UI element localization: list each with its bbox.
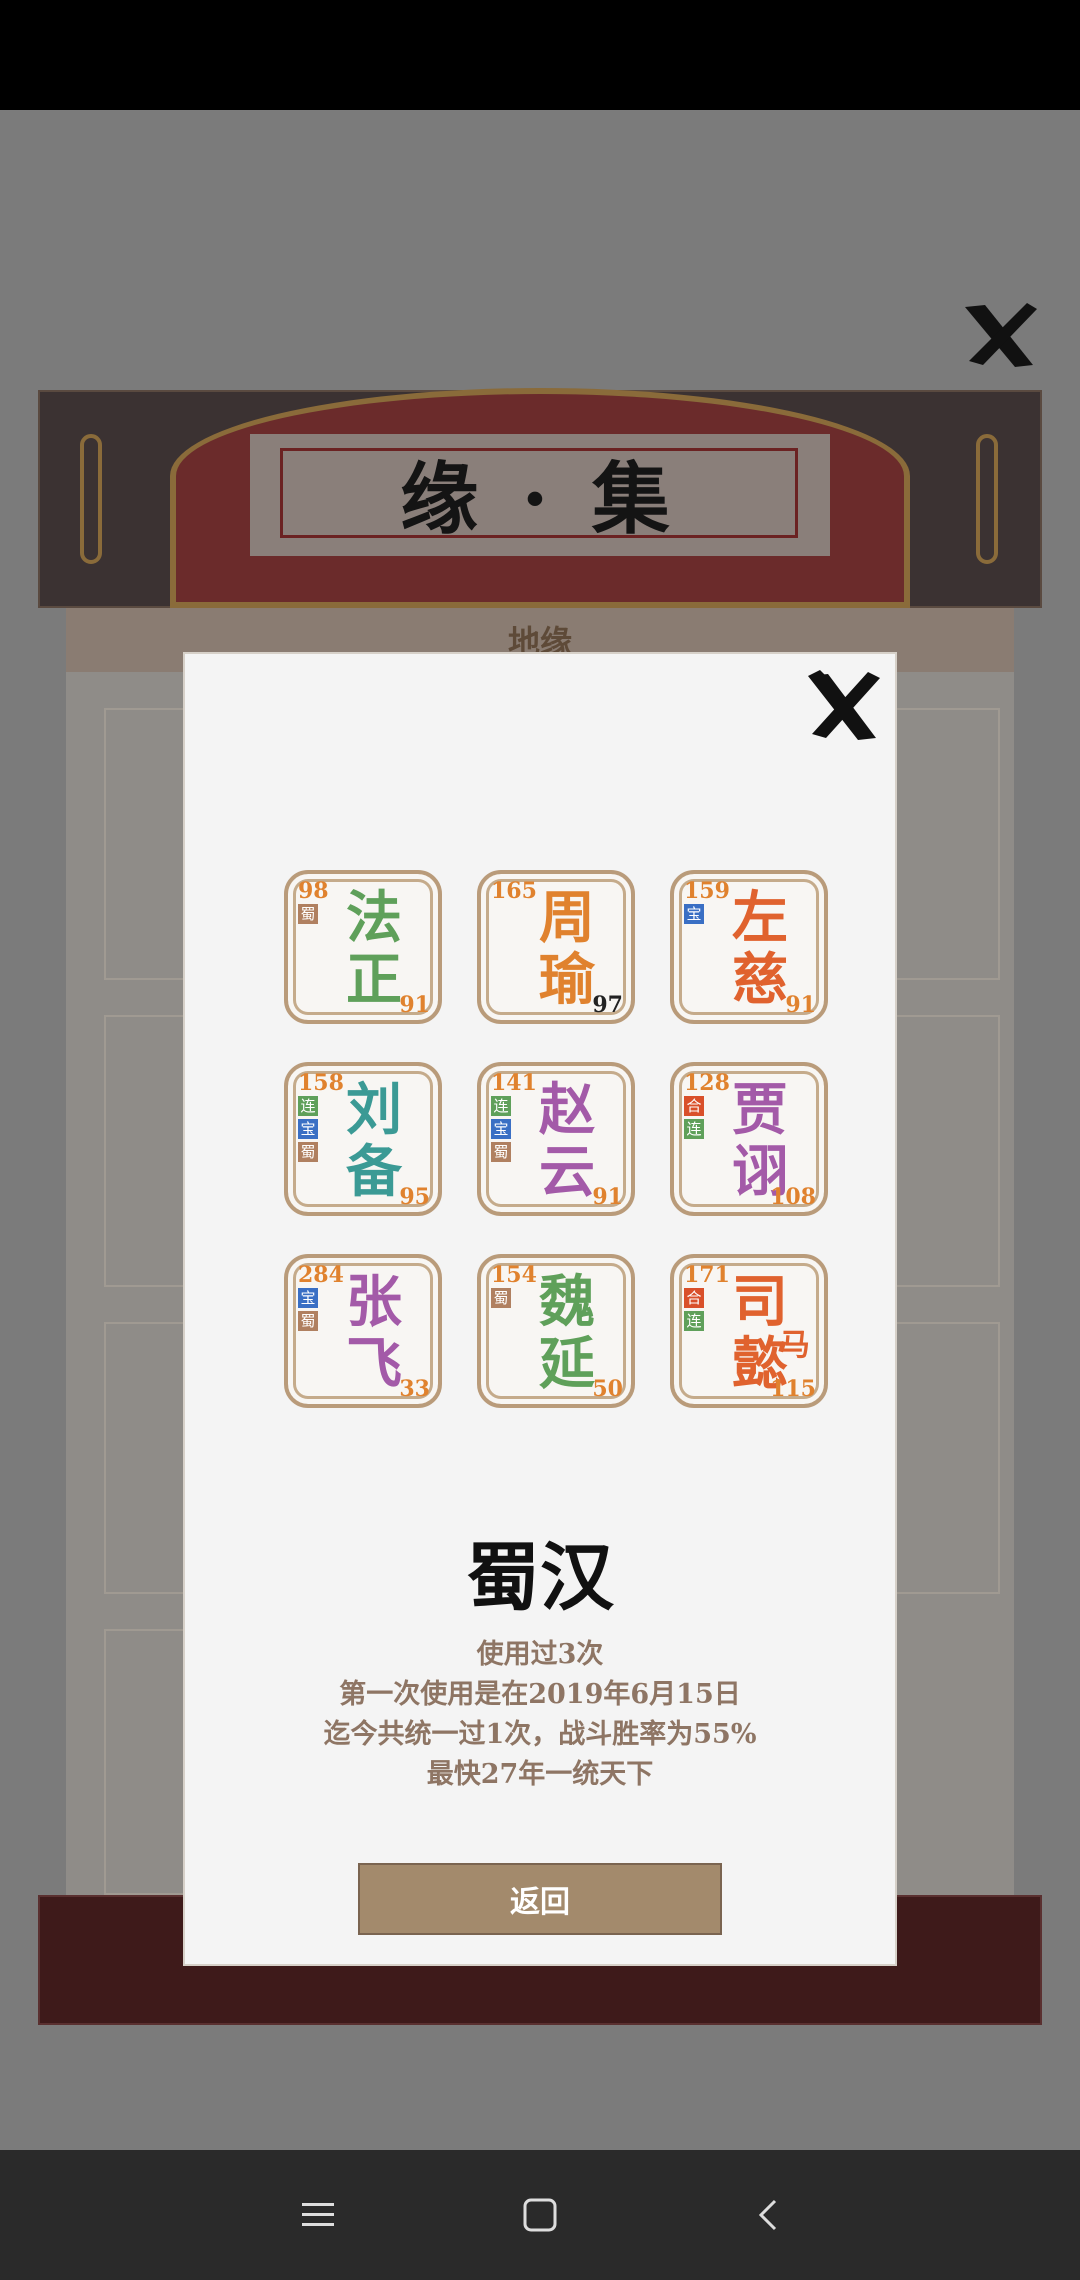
back-icon[interactable] xyxy=(738,2190,798,2240)
hero-name-char: 飞 xyxy=(346,1332,402,1397)
hero-tags: 连宝蜀 xyxy=(298,1096,318,1162)
hero-name-char: 张 xyxy=(346,1270,402,1335)
hero-name-char: 周 xyxy=(539,886,595,951)
hero-card[interactable]: 154 蜀魏延 50 xyxy=(477,1254,635,1408)
hero-name-char: 慈 xyxy=(732,948,788,1013)
hero-tag-badge: 蜀 xyxy=(491,1288,511,1308)
hero-bottom-number: 95 xyxy=(399,1184,430,1210)
hero-tags: 连宝蜀 xyxy=(491,1096,511,1162)
hero-tag-badge: 宝 xyxy=(298,1119,318,1139)
hero-tag-badge: 合 xyxy=(684,1288,704,1308)
hero-card[interactable]: 284 宝蜀张飞 33 xyxy=(284,1254,442,1408)
hero-card[interactable]: 98 蜀 法正 91 xyxy=(284,870,442,1024)
hero-tag-badge: 宝 xyxy=(684,904,704,924)
hero-card[interactable]: 141 连宝蜀赵云 91 xyxy=(477,1062,635,1216)
hero-name-suffix: 马 xyxy=(780,1328,810,1363)
hero-bottom-number: 91 xyxy=(592,1184,623,1210)
scroll-rod-left xyxy=(80,434,102,564)
hero-name-char: 瑜 xyxy=(539,948,595,1013)
hero-bottom-number: 91 xyxy=(399,992,430,1018)
hero-tag-badge: 连 xyxy=(298,1096,318,1116)
background-title-box: 缘 · 集 xyxy=(280,448,798,545)
menu-icon[interactable] xyxy=(288,2190,348,2240)
hero-name-char: 刘 xyxy=(346,1078,402,1143)
hero-top-number: 98 xyxy=(298,878,329,904)
stat-first-used: 第一次使用是在2019年6月15日 xyxy=(339,1679,741,1710)
return-button-label: 返回 xyxy=(510,1885,570,1920)
scroll-rod-right xyxy=(976,434,998,564)
hero-tag-badge: 连 xyxy=(491,1096,511,1116)
hero-bottom-number: 33 xyxy=(399,1376,430,1402)
hero-tags: 合连 xyxy=(684,1096,704,1139)
hero-tag-badge: 蜀 xyxy=(491,1142,511,1162)
hero-tag-badge: 连 xyxy=(684,1311,704,1331)
hero-card[interactable]: 128 合连贾诩 108 xyxy=(670,1062,828,1216)
hero-tag-badge: 宝 xyxy=(491,1119,511,1139)
hero-bottom-number: 50 xyxy=(592,1376,623,1402)
background-title: 缘 · 集 xyxy=(400,454,678,545)
return-button[interactable]: 返回 xyxy=(358,1863,722,1935)
hero-name-char: 贾 xyxy=(732,1078,788,1143)
stat-unify-winrate: 迄今共统一过1次，战斗胜率为55% xyxy=(323,1719,757,1750)
hero-bottom-number: 97 xyxy=(592,992,623,1018)
hero-tags: 宝蜀 xyxy=(298,1288,318,1331)
hero-name-char: 赵 xyxy=(539,1078,595,1143)
hero-name-char: 备 xyxy=(346,1140,402,1205)
hero-tag-badge: 蜀 xyxy=(298,1311,318,1331)
hero-name-char: 魏 xyxy=(539,1270,595,1335)
hero-card[interactable]: 158 连宝蜀刘备 95 xyxy=(284,1062,442,1216)
hero-name-char: 云 xyxy=(539,1140,595,1205)
hero-bottom-number: 91 xyxy=(785,992,816,1018)
stat-usage-count: 使用过3次 xyxy=(476,1639,604,1670)
hero-tags: 蜀 xyxy=(298,904,318,924)
hero-tags: 蜀 xyxy=(491,1288,511,1308)
hero-tags: 合连 xyxy=(684,1288,704,1331)
hero-name-char: 延 xyxy=(539,1332,595,1397)
hero-tag-badge: 连 xyxy=(684,1119,704,1139)
close-icon[interactable] xyxy=(955,295,1045,375)
hero-card[interactable]: 165 周瑜 97 xyxy=(477,870,635,1024)
hero-name-char: 正 xyxy=(346,948,402,1013)
hero-bottom-number: 108 xyxy=(770,1184,816,1210)
hero-tag-badge: 合 xyxy=(684,1096,704,1116)
hero-tag-badge: 蜀 xyxy=(298,904,318,924)
home-icon[interactable] xyxy=(510,2190,570,2240)
hero-card[interactable]: 159 宝左慈 91 xyxy=(670,870,828,1024)
hero-name-char: 左 xyxy=(732,886,788,951)
status-bar xyxy=(0,0,1080,110)
hero-card[interactable]: 171 合连司懿马 115 xyxy=(670,1254,828,1408)
hero-bottom-number: 115 xyxy=(770,1376,816,1402)
hero-name-char: 法 xyxy=(346,886,402,951)
close-icon[interactable] xyxy=(800,666,884,748)
stat-fastest-unify: 最快27年一统天下 xyxy=(426,1759,654,1790)
faction-name: 蜀汉 xyxy=(466,1535,614,1621)
hero-tag-badge: 宝 xyxy=(298,1288,318,1308)
hero-tag-badge: 蜀 xyxy=(298,1142,318,1162)
hero-tags: 宝 xyxy=(684,904,704,924)
